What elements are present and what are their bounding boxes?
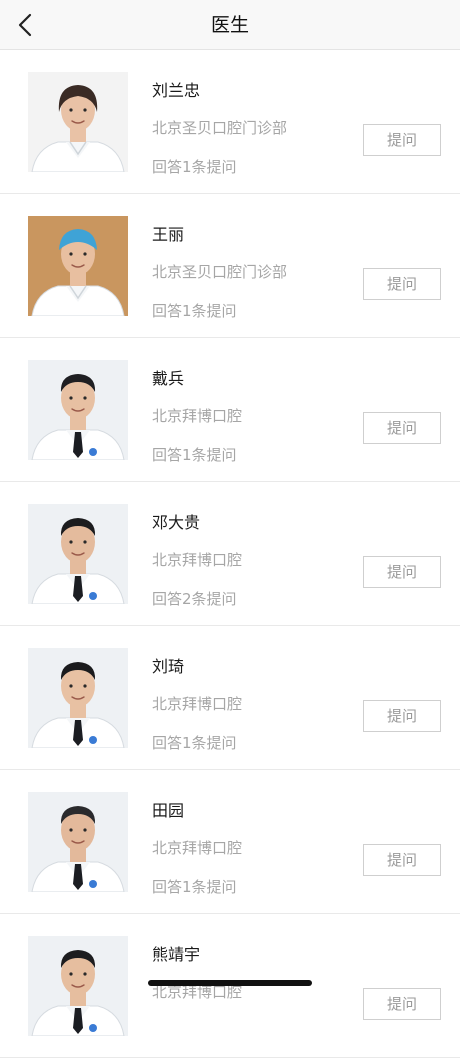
ask-question-button[interactable]: 提问 [363, 700, 441, 732]
doctor-name: 邓大贵 [152, 513, 201, 532]
doctor-row[interactable]: 刘琦北京拜博口腔 回答1条提问 提问 [0, 626, 460, 770]
ask-question-button[interactable]: 提问 [363, 844, 441, 876]
doctor-avatar [28, 936, 128, 1036]
ask-question-button[interactable]: 提问 [363, 412, 441, 444]
doctor-name: 戴兵 [152, 369, 185, 388]
ask-question-button[interactable]: 提问 [363, 268, 441, 300]
doctor-name: 田园 [152, 801, 185, 820]
page-title: 医生 [210, 14, 249, 36]
doctor-avatar [28, 648, 128, 748]
doctor-answer-count: 回答1条提问 [152, 158, 237, 176]
doctor-avatar [28, 360, 128, 460]
doctor-row[interactable]: 戴兵北京拜博口腔 回答1条提问 提问 [0, 338, 460, 482]
doctor-row[interactable]: 刘兰忠北京圣贝口腔门诊部 回答1条提问 提问 [0, 50, 460, 194]
doctor-clinic: 北京拜博口腔 [152, 551, 243, 569]
doctor-avatar [28, 792, 128, 892]
ask-question-button[interactable]: 提问 [363, 988, 441, 1020]
doctor-answer-count: 回答1条提问 [152, 734, 237, 752]
doctor-clinic: 北京圣贝口腔门诊部 [152, 119, 288, 137]
doctor-row[interactable]: 王丽北京圣贝口腔门诊部 回答1条提问 提问 [0, 194, 460, 338]
home-indicator [148, 980, 312, 986]
doctor-clinic: 北京拜博口腔 [152, 407, 243, 425]
doctor-answer-count: 回答1条提问 [152, 302, 237, 320]
doctor-name: 王丽 [152, 225, 185, 244]
doctor-row[interactable]: 熊靖宇 北京拜博口腔 提问 [0, 914, 460, 1058]
doctor-row[interactable]: 邓大贵北京拜博口腔 回答2条提问 提问 [0, 482, 460, 626]
doctor-list: 刘兰忠 北京圣贝口腔门诊部 回答1条提问 提问 王丽 北京圣贝口腔门诊部 回答1条提问 提问戴… [0, 50, 460, 1058]
doctor-avatar [28, 504, 128, 604]
top-nav-bar: 医生 [0, 0, 460, 50]
doctor-avatar [28, 216, 128, 316]
doctor-name: 刘琦 [152, 657, 185, 676]
doctor-name: 刘兰忠 [152, 81, 201, 100]
doctor-avatar [28, 72, 128, 172]
ask-question-button[interactable]: 提问 [363, 124, 441, 156]
doctor-answer-count: 回答1条提问 [152, 446, 237, 464]
doctor-row[interactable]: 田园北京拜博口腔 回答1条提问 提问 [0, 770, 460, 914]
doctor-clinic: 北京圣贝口腔门诊部 [152, 263, 288, 281]
doctor-clinic: 北京拜博口腔 [152, 839, 243, 857]
doctor-clinic: 北京拜博口腔 [152, 695, 243, 713]
ask-question-button[interactable]: 提问 [363, 556, 441, 588]
doctor-name: 熊靖宇 [152, 945, 201, 964]
doctor-answer-count: 回答2条提问 [152, 590, 237, 608]
doctor-answer-count: 回答1条提问 [152, 878, 237, 896]
